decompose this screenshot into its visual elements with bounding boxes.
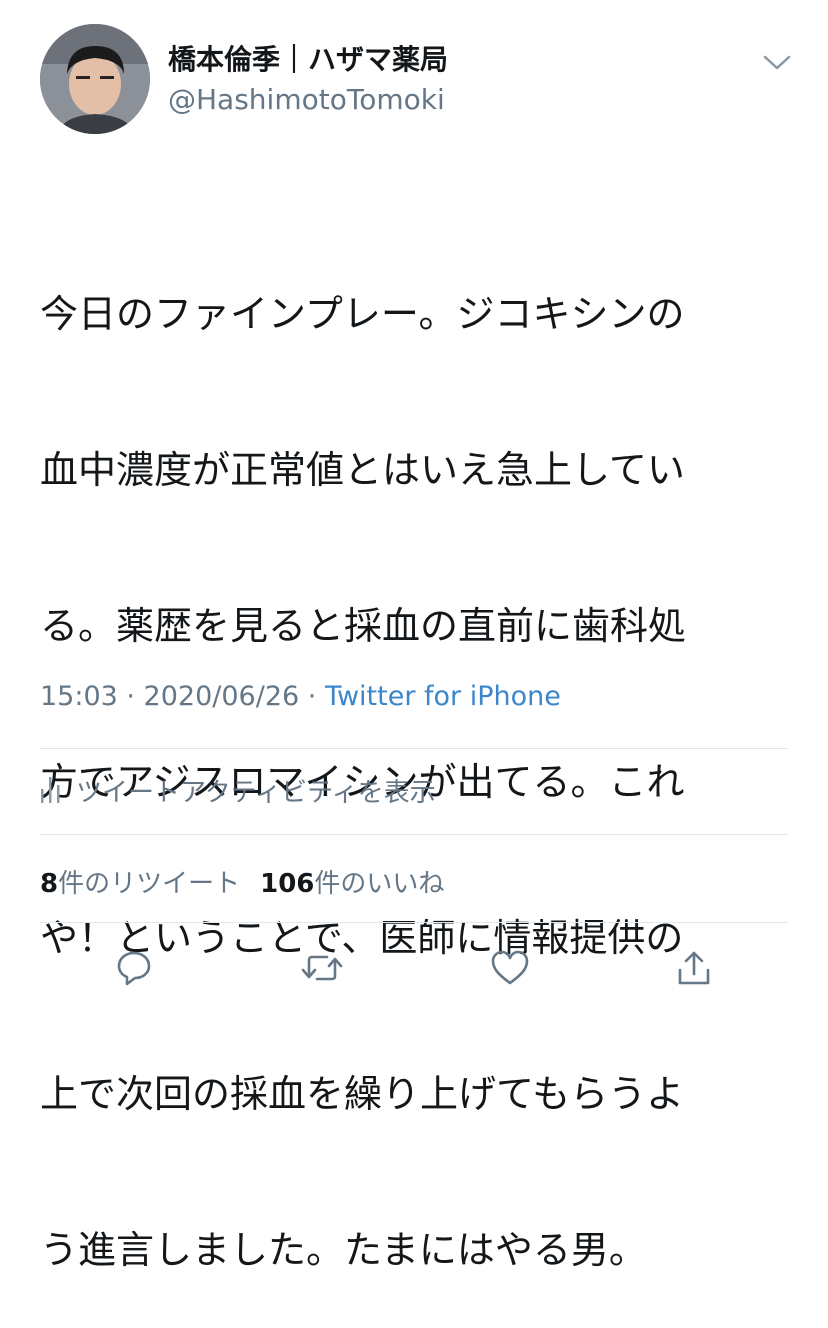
user-handle[interactable]: @HashimotoTomoki <box>168 82 448 118</box>
tweet-activity-link[interactable]: ツイートアクティビティを表示 <box>40 765 436 815</box>
display-name[interactable]: 橋本倫季｜ハザマ薬局 <box>168 42 448 78</box>
divider <box>40 748 788 749</box>
likes-count: 106 <box>260 868 315 899</box>
tweet-stats: 8件のリツイート 106件のいいね <box>40 856 464 906</box>
tweet-line: う進言しました。たまにはやる男。 <box>40 1228 647 1272</box>
retweets-label: 件のリツイート <box>58 868 241 899</box>
tweet-line: 血中濃度が正常値とはいえ急上してい <box>40 448 685 492</box>
reply-icon[interactable] <box>110 944 158 992</box>
tweet-header: 橋本倫季｜ハザマ薬局 @HashimotoTomoki <box>40 24 800 136</box>
tweet-line: る。薬歴を見ると採血の直前に歯科処 <box>40 604 687 648</box>
likes-stat[interactable]: 106件のいいね <box>260 863 444 900</box>
divider <box>40 922 788 923</box>
retweet-icon[interactable] <box>298 944 346 992</box>
tweet-source-link[interactable]: Twitter for iPhone <box>325 681 561 712</box>
tweet-line: 上で次回の採血を繰り上げてもらうよ <box>40 1072 685 1116</box>
avatar-photo <box>40 24 150 134</box>
tweet-meta: 15:03 · 2020/06/26 · Twitter for iPhone <box>40 681 561 712</box>
retweets-stat[interactable]: 8件のリツイート <box>40 863 240 900</box>
bar-chart-icon <box>41 777 60 803</box>
tweet-activity-label: ツイートアクティビティを表示 <box>76 777 436 808</box>
divider <box>40 834 788 835</box>
heart-icon[interactable] <box>486 944 534 992</box>
chevron-down-icon[interactable] <box>762 52 792 72</box>
share-icon[interactable] <box>670 944 718 992</box>
tweet-actions <box>90 944 740 994</box>
tweet-line: 今日のファインプレー。ジコキシンの <box>40 292 685 336</box>
tweet-timestamp[interactable]: 15:03 · 2020/06/26 · <box>40 681 325 712</box>
tweet-text: 今日のファインプレー。ジコキシンの 血中濃度が正常値とはいえ急上してい る。薬歴… <box>40 184 788 1328</box>
retweets-count: 8 <box>40 868 59 899</box>
likes-label: 件のいいね <box>314 868 445 899</box>
user-names: 橋本倫季｜ハザマ薬局 @HashimotoTomoki <box>168 42 448 118</box>
avatar[interactable] <box>40 24 150 134</box>
